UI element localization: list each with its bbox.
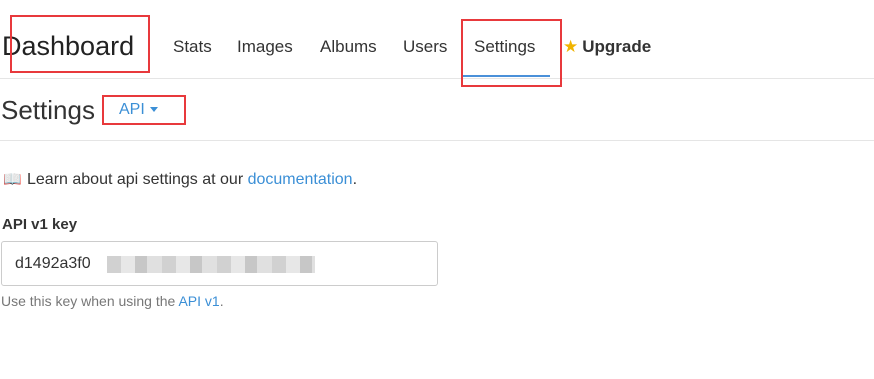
api-key-value: d1492a3f0	[15, 255, 91, 272]
nav-item-users[interactable]: Users	[403, 36, 447, 58]
api-key-help-text: Use this key when using the	[1, 293, 179, 309]
api-v1-link[interactable]: API v1	[178, 293, 219, 309]
docs-info-text: Learn about api settings at our	[27, 171, 248, 188]
nav-item-settings[interactable]: Settings	[474, 36, 535, 58]
caret-down-icon	[149, 107, 158, 113]
star-icon: ★	[563, 37, 579, 56]
documentation-link[interactable]: documentation	[248, 171, 353, 188]
book-icon: 📖	[3, 171, 22, 188]
active-tab-indicator	[463, 75, 550, 77]
api-key-help-suffix: .	[219, 293, 224, 309]
section-divider	[0, 140, 874, 141]
page-title: Settings	[1, 95, 95, 125]
docs-info-suffix: .	[352, 171, 358, 188]
nav-item-images[interactable]: Images	[237, 36, 293, 58]
api-key-label: API v1 key	[2, 216, 78, 233]
upgrade-label: Upgrade	[582, 37, 652, 56]
api-key-help: Use this key when using the API v1.	[1, 292, 224, 310]
nav-item-albums[interactable]: Albums	[320, 36, 377, 58]
section-dropdown[interactable]: API	[119, 100, 158, 120]
top-navbar: Dashboard Stats Images Albums Users Sett…	[0, 0, 874, 79]
section-dropdown-label: API	[119, 101, 145, 118]
brand-title[interactable]: Dashboard	[2, 28, 134, 64]
nav-item-stats[interactable]: Stats	[173, 36, 212, 58]
redacted-key-mask	[107, 256, 315, 273]
upgrade-link[interactable]: ★ Upgrade	[563, 36, 651, 58]
docs-info: 📖 Learn about api settings at our documen…	[3, 170, 357, 190]
api-key-field[interactable]: d1492a3f0	[1, 241, 438, 286]
